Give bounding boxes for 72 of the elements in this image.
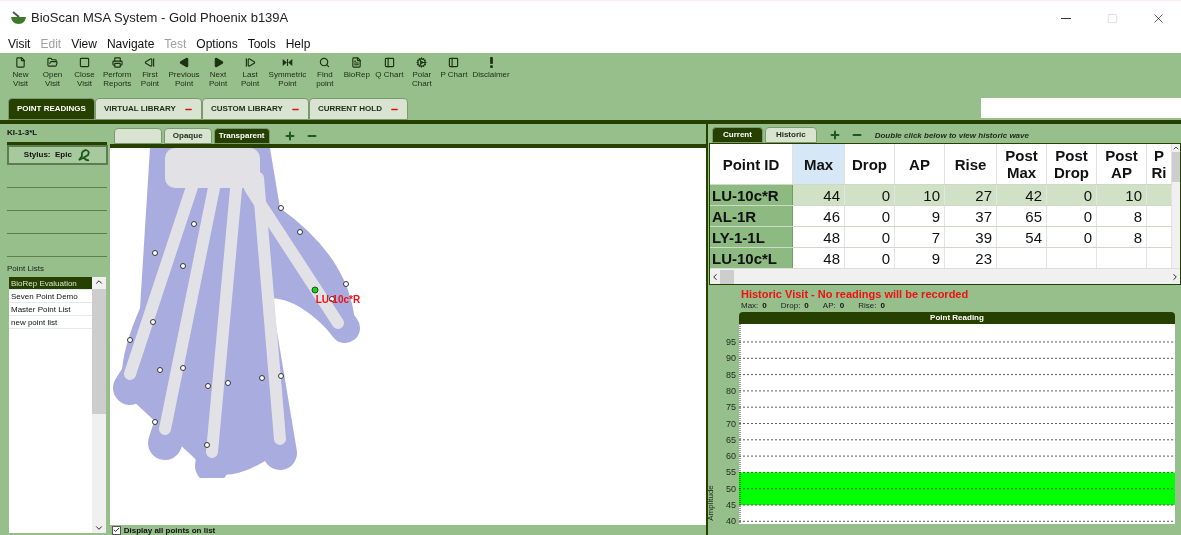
stat-value: 0 — [880, 300, 885, 312]
table-row[interactable]: LU-10c*L 48 0 9 23 — [710, 247, 1172, 268]
toolbar-button[interactable]: BioRep — [342, 57, 372, 79]
tab[interactable]: Transparent — [213, 128, 270, 144]
list-item[interactable]: Seven Point Demo — [9, 290, 92, 303]
stat-value: 0 — [839, 300, 845, 312]
point-id-cell: LU-10c*R — [710, 185, 793, 205]
window-title: BioScan MSA System - Gold Phoenix b139A — [31, 9, 289, 28]
point-id-cell: LY-1-1L — [710, 227, 793, 247]
tab[interactable]: VIRTUAL LIBRARY — [94, 98, 202, 120]
stat-label: AP: — [822, 300, 836, 312]
tick-label: 60 — [726, 451, 736, 462]
column-header[interactable]: Max — [793, 144, 845, 184]
tab[interactable]: Opaque — [163, 128, 212, 144]
menu-item[interactable]: Visit — [8, 35, 31, 53]
tick-label: 90 — [726, 353, 736, 364]
warning-text: Historic Visit - No readings will be recorded — [741, 288, 970, 300]
stat-value: 0 — [762, 300, 767, 312]
stylus-button[interactable]: Stylus: Epic — [7, 145, 108, 165]
stat-label: Max: — [741, 300, 759, 312]
chart-title: Point Reading — [739, 312, 1175, 324]
point-id-cell: LU-10c*L — [710, 248, 793, 268]
hint-text: Double click below to view historic wave — [874, 130, 1029, 142]
checkbox-label: Display all points on list — [123, 525, 216, 535]
tick-label: 70 — [726, 418, 736, 429]
tick-label: 40 — [726, 516, 736, 527]
toolbar-button[interactable]: Perform Reports — [102, 57, 133, 88]
menu-item[interactable]: View — [71, 35, 97, 53]
list-item[interactable]: new point list — [9, 316, 92, 329]
point-id-cell: AL-1R — [710, 206, 793, 226]
toolbar-button[interactable]: Close Visit — [70, 57, 99, 88]
menu-item[interactable]: Help — [285, 35, 311, 53]
tab[interactable]: Current — [712, 127, 763, 143]
tab[interactable]: CURRENT HOLD — [308, 98, 408, 120]
toolbar-button[interactable]: Next Point — [203, 57, 233, 88]
table-row[interactable]: LY-1-1L 48 0 7 39 54 0 8 — [710, 226, 1172, 247]
table-row[interactable]: AL-1R 46 0 9 37 65 0 8 — [710, 205, 1172, 226]
stat-label: Rise: — [858, 300, 877, 312]
tick-label: 65 — [726, 434, 736, 445]
toolbar-button[interactable]: Previous Point — [167, 57, 201, 88]
section-label: Point Lists — [7, 263, 45, 275]
toolbar-button[interactable]: Disclaimer — [471, 57, 511, 79]
list-item[interactable]: Master Point List — [9, 303, 92, 316]
toolbar-button[interactable]: Q Chart — [374, 57, 405, 79]
tick-label: 85 — [726, 369, 736, 380]
toolbar-button[interactable]: Last Point — [235, 57, 265, 88]
tab[interactable]: CUSTOM LIBRARY — [201, 98, 309, 120]
toolbar-button[interactable]: P Chart — [439, 57, 469, 79]
tick-label: 80 — [726, 385, 736, 396]
point-label: LU-10c*R — [315, 293, 361, 307]
toolbar-button[interactable]: Polar Chart — [407, 57, 437, 88]
menu-item[interactable]: Navigate — [106, 35, 155, 53]
toolbar-button[interactable]: First Point — [135, 57, 165, 88]
toolbar-button[interactable]: Open Visit — [38, 57, 67, 88]
tab[interactable]: POINT READINGS — [8, 98, 95, 120]
table-row[interactable]: LU-10c*R 44 0 10 27 42 0 10 — [710, 184, 1172, 205]
point-label: KI-1-3*L — [7, 127, 39, 139]
axis-label: Amplitude — [704, 485, 716, 521]
list-item[interactable]: BioRep Evaluation — [9, 277, 92, 290]
tick-label: 45 — [726, 500, 736, 510]
menu-item[interactable]: Tools — [247, 35, 276, 53]
tab[interactable]: Historic — [764, 127, 817, 143]
tick-label: 75 — [726, 402, 736, 413]
toolbar-button[interactable]: New Visit — [6, 57, 35, 88]
menu-item[interactable]: Options — [196, 35, 238, 53]
tick-label: 95 — [726, 337, 736, 347]
toolbar-button[interactable]: Find point — [310, 57, 340, 88]
toolbar-button[interactable]: Symmetric Point — [267, 57, 308, 88]
tick-label: 50 — [726, 483, 736, 494]
tick-label: 55 — [726, 467, 736, 478]
stat-value: 0 — [804, 300, 809, 312]
stat-label: Drop: — [780, 300, 801, 312]
